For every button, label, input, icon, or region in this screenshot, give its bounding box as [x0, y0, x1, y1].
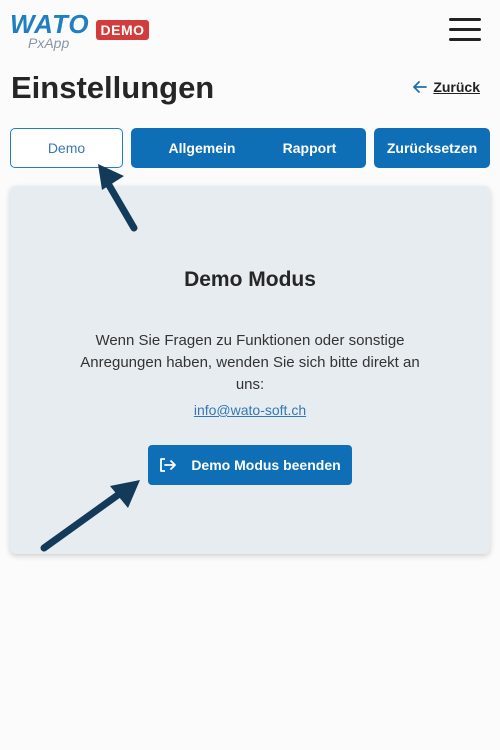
menu-bar: [449, 28, 481, 31]
tab-zuruecksetzen-label: Zurücksetzen: [386, 140, 478, 156]
hamburger-menu-icon[interactable]: [449, 16, 481, 42]
back-link-label: Zurück: [433, 79, 480, 95]
logout-icon: [160, 458, 177, 472]
card-title: Demo Modus: [184, 268, 316, 291]
tab-allgemein[interactable]: Allgemein: [131, 128, 273, 168]
demo-badge: DEMO: [96, 20, 149, 40]
tab-zuruecksetzen[interactable]: Zurücksetzen: [374, 128, 490, 168]
page-title: Einstellungen: [11, 70, 215, 105]
menu-bar: [449, 18, 481, 21]
app-header: WATO PxApp DEMO: [0, 0, 500, 60]
annotation-arrow-icon: [98, 164, 138, 232]
back-link[interactable]: Zurück: [413, 79, 480, 95]
arrow-left-icon: [413, 81, 428, 93]
tab-rapport-label: Rapport: [282, 140, 337, 156]
tab-demo-label: Demo: [47, 140, 86, 156]
email-link[interactable]: info@wato-soft.ch: [10, 402, 490, 418]
menu-bar: [449, 38, 481, 41]
card-description: Wenn Sie Fragen zu Funktionen oder sonst…: [80, 332, 420, 393]
logo-wato-text: WATO: [10, 9, 90, 39]
end-demo-mode-button[interactable]: Demo Modus beenden: [148, 445, 352, 485]
logo-pxapp-text: PxApp: [28, 35, 70, 51]
end-demo-mode-label: Demo Modus beenden: [191, 457, 341, 473]
annotation-arrow-icon: [40, 480, 140, 552]
wato-logo[interactable]: WATO PxApp: [10, 10, 89, 52]
tab-allgemein-label: Allgemein: [168, 140, 236, 156]
tab-rapport[interactable]: Rapport: [253, 128, 366, 168]
